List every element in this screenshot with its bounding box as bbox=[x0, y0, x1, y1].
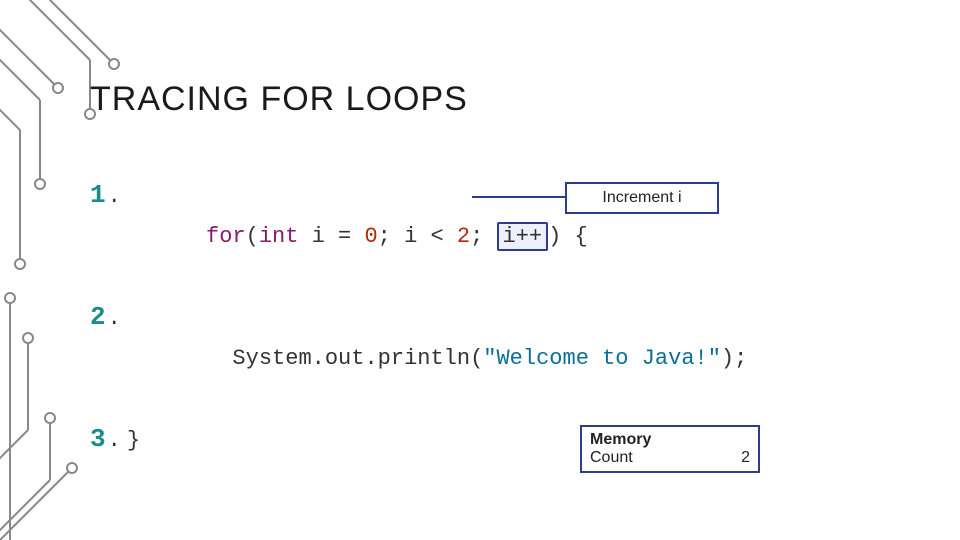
highlighted-increment: i++ bbox=[497, 222, 549, 251]
memory-var: Count bbox=[590, 449, 633, 467]
page-title: TRACING FOR LOOPS bbox=[90, 80, 468, 119]
code-line-2: 2 . System.out.println("Welcome to Java!… bbox=[90, 297, 747, 419]
callout-box: Increment i bbox=[565, 182, 719, 214]
memory-header: Memory bbox=[590, 431, 750, 449]
line-dot: . bbox=[108, 177, 121, 217]
string-literal: "Welcome to Java!" bbox=[483, 346, 721, 371]
code-block: 1 . for(int i = 0; i < 2; i++) { 2 . Sys… bbox=[90, 175, 747, 461]
memory-box: Memory Count 2 bbox=[580, 425, 760, 473]
line-dot: . bbox=[108, 421, 121, 461]
line-number: 3 bbox=[90, 419, 106, 459]
keyword-int: int bbox=[259, 224, 299, 249]
keyword-for: for bbox=[206, 224, 246, 249]
memory-row: Count 2 bbox=[590, 449, 750, 467]
memory-val: 2 bbox=[741, 449, 750, 467]
callout-connector bbox=[472, 196, 565, 198]
line-number: 1 bbox=[90, 175, 106, 215]
line-number: 2 bbox=[90, 297, 106, 337]
line-dot: . bbox=[108, 299, 121, 339]
